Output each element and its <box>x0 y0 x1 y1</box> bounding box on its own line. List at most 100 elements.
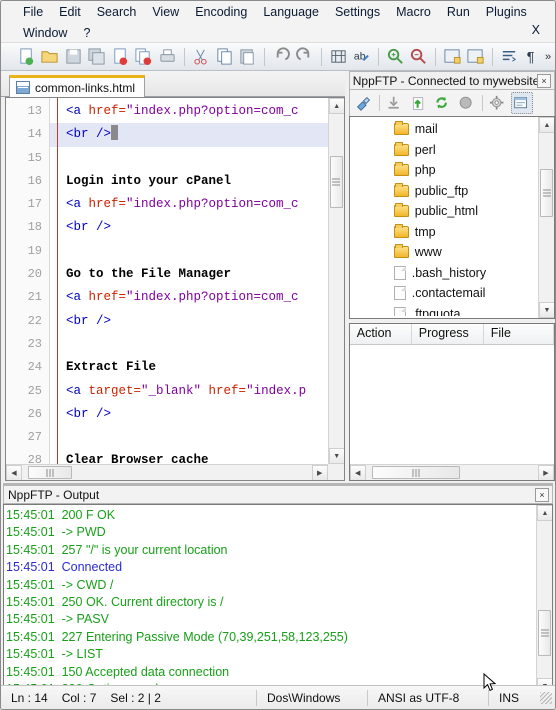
ftp-tree-scroll-thumb[interactable] <box>540 169 553 217</box>
scroll-right-arrow[interactable]: ▶ <box>311 465 328 480</box>
menu-item-view[interactable]: View <box>144 4 187 20</box>
ftp-file-tree[interactable]: mail perl php public_ftp public_html tmp www .b… <box>348 116 555 319</box>
editor-hscroll-thumb[interactable] <box>28 466 72 479</box>
tree-item-public_ftp[interactable]: public_ftp <box>350 181 538 202</box>
tree-item-dot-contactemail[interactable]: .contactemail <box>350 283 538 304</box>
menu-item-settings[interactable]: Settings <box>327 4 388 20</box>
save-all-icon[interactable] <box>86 45 109 69</box>
code-line-26[interactable]: <br /> <box>50 403 328 426</box>
code-line-17[interactable]: <a href="index.php?option=com_c <box>50 193 328 216</box>
zoom-out-icon[interactable] <box>407 45 430 69</box>
ftp-messages-icon[interactable] <box>510 92 533 114</box>
ftp-transfer-queue[interactable]: Action Progress File ◀ ▶ <box>348 323 555 481</box>
code-line-20[interactable]: Go to the File Manager <box>50 263 328 286</box>
close-all-icon[interactable] <box>133 45 156 69</box>
scroll-left-arrow[interactable]: ◀ <box>6 465 22 480</box>
ftp-upload-icon[interactable] <box>408 92 430 114</box>
copy-icon[interactable] <box>213 45 236 69</box>
tab-common-links-html[interactable]: common-links.html <box>9 75 146 97</box>
queue-scroll-right-arrow[interactable]: ▶ <box>538 465 554 480</box>
cut-icon[interactable] <box>190 45 213 69</box>
editor-vscroll-thumb[interactable] <box>329 156 343 208</box>
menu-item-language[interactable]: Language <box>255 4 327 20</box>
code-line-21[interactable]: <a href="index.php?option=com_c <box>50 286 328 309</box>
code-line-27[interactable] <box>50 426 328 449</box>
queue-column-progress[interactable]: Progress <box>412 324 484 344</box>
word-wrap-icon[interactable] <box>498 45 521 69</box>
resize-grip[interactable] <box>540 691 552 704</box>
output-close-button[interactable]: × <box>535 488 549 502</box>
output-scroll-up-arrow[interactable]: ▲ <box>537 505 552 521</box>
menu-close-button[interactable]: X <box>527 22 545 38</box>
editor-horizontal-scrollbar[interactable]: ◀ ▶ <box>6 464 328 480</box>
show-all-chars-icon[interactable]: ¶ <box>521 45 544 69</box>
queue-column-file[interactable]: File <box>484 324 554 344</box>
tree-item-dot-ftpquota[interactable]: .ftpquota <box>350 304 538 316</box>
queue-horizontal-scrollbar[interactable]: ◀ ▶ <box>349 464 554 480</box>
paste-icon[interactable] <box>237 45 260 69</box>
menu-item-window[interactable]: Window <box>15 25 75 41</box>
code-line-18[interactable]: <br /> <box>50 216 328 239</box>
queue-rows[interactable] <box>349 345 554 480</box>
output-scroll-thumb[interactable] <box>538 610 551 656</box>
open-file-icon[interactable] <box>39 45 62 69</box>
output-log-area[interactable]: 15:45:01 200 F OK 15:45:01 -> PWD 15:45:01… <box>3 504 553 695</box>
ftp-settings-gear-icon[interactable] <box>487 92 509 114</box>
menu-item-plugins[interactable]: Plugins <box>478 4 535 20</box>
save-icon[interactable] <box>62 45 85 69</box>
code-line-13[interactable]: <a href="index.php?option=com_c <box>50 100 328 123</box>
queue-scroll-left-arrow[interactable]: ◀ <box>349 465 366 480</box>
tree-item-tmp[interactable]: tmp <box>350 222 538 243</box>
menu-item-search[interactable]: Search <box>89 4 145 20</box>
sync-horizontal-icon[interactable] <box>464 45 487 69</box>
replace-icon[interactable]: ab <box>351 45 374 69</box>
ftp-tree-scrollbar[interactable]: ▲ ▼ <box>538 117 554 318</box>
new-file-icon[interactable] <box>15 45 38 69</box>
ftp-refresh-icon[interactable] <box>432 92 454 114</box>
find-icon[interactable] <box>327 45 350 69</box>
ftp-download-icon[interactable] <box>384 92 406 114</box>
tree-item-php[interactable]: php <box>350 160 538 181</box>
nppftp-close-button[interactable]: × <box>537 74 551 88</box>
ftp-abort-icon[interactable] <box>456 92 478 114</box>
tree-item-dot-bash_history[interactable]: .bash_history <box>350 263 538 284</box>
toolbar-overflow-button[interactable]: » <box>545 51 551 63</box>
zoom-in-icon[interactable] <box>384 45 407 69</box>
menu-item-file[interactable]: File <box>15 4 51 20</box>
code-line-15[interactable] <box>50 147 328 170</box>
code-line-19[interactable] <box>50 240 328 263</box>
code-line-24[interactable]: Extract File <box>50 356 328 379</box>
close-file-icon[interactable] <box>109 45 132 69</box>
menu-item-[interactable]: ? <box>75 25 98 41</box>
editor-area[interactable]: 1314151617181920212223242526272829303132… <box>5 97 345 481</box>
code-line-16[interactable]: Login into your cPanel <box>50 170 328 193</box>
ftp-tree-items[interactable]: mail perl php public_ftp public_html tmp www .b… <box>350 119 538 316</box>
code-line-14[interactable]: <br /> <box>50 123 328 147</box>
tree-item-perl[interactable]: perl <box>350 140 538 161</box>
menu-item-edit[interactable]: Edit <box>51 4 89 20</box>
code-lines[interactable]: <a href="index.php?option=com_c <br /> Lo… <box>50 98 328 464</box>
ftp-connect-icon[interactable] <box>353 92 375 114</box>
code-view[interactable]: 1314151617181920212223242526272829303132… <box>6 98 328 464</box>
tree-item-mail[interactable]: mail <box>350 119 538 140</box>
code-line-23[interactable] <box>50 333 328 356</box>
scroll-down-arrow[interactable]: ▼ <box>328 448 344 464</box>
tree-item-public_html[interactable]: public_html <box>350 201 538 222</box>
undo-icon[interactable] <box>270 45 293 69</box>
print-icon[interactable] <box>156 45 179 69</box>
redo-icon[interactable] <box>294 45 317 69</box>
menu-item-macro[interactable]: Macro <box>388 4 439 20</box>
output-scrollbar[interactable]: ▲ ▼ <box>536 505 552 694</box>
ftp-scroll-up-arrow[interactable]: ▲ <box>539 117 554 133</box>
menu-item-run[interactable]: Run <box>439 4 478 20</box>
queue-hscroll-thumb[interactable] <box>371 466 460 479</box>
menu-item-encoding[interactable]: Encoding <box>187 4 255 20</box>
scroll-up-arrow[interactable]: ▲ <box>328 98 344 114</box>
ftp-scroll-down-arrow[interactable]: ▼ <box>539 302 554 318</box>
code-line-25[interactable]: <a target="_blank" href="index.p <box>50 380 328 403</box>
code-line-22[interactable]: <br /> <box>50 310 328 333</box>
tree-item-www[interactable]: www <box>350 242 538 263</box>
queue-column-action[interactable]: Action <box>350 324 412 344</box>
code-line-28[interactable]: Clear Browser cache <box>50 449 328 464</box>
editor-vertical-scrollbar[interactable]: ▲ ▼ <box>327 98 344 464</box>
